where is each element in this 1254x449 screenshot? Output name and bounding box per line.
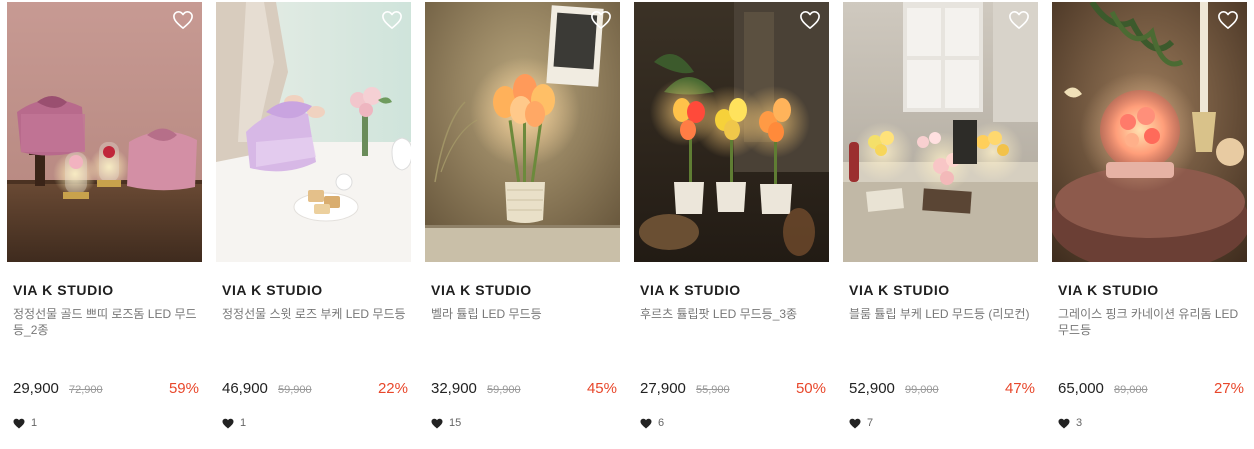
- product-name[interactable]: 후르츠 튤립팟 LED 무드등_3종: [640, 306, 825, 322]
- discount-rate: 47%: [1004, 380, 1035, 397]
- like-count: 1: [31, 417, 38, 429]
- like-count-row: 3: [1058, 416, 1082, 430]
- discount-rate: 50%: [795, 380, 826, 397]
- bella-tulip-lamp-photo: [425, 2, 620, 262]
- product-image[interactable]: [216, 2, 411, 262]
- discount-rate: 27%: [1213, 380, 1244, 397]
- product-name[interactable]: 정정선물 골드 쁘띠 로즈돔 LED 무드등_2종: [13, 306, 198, 338]
- price-row: 52,900 99,000 47%: [849, 380, 1035, 402]
- like-count: 3: [1076, 417, 1083, 429]
- price-row: 27,900 55,900 50%: [640, 380, 826, 402]
- brand-name: VIA K STUDIO: [640, 282, 741, 298]
- grace-carnation-dome-photo: [1052, 2, 1247, 262]
- product-image[interactable]: [843, 2, 1038, 262]
- discount-rate: 45%: [586, 380, 617, 397]
- price-row: 32,900 59,900 45%: [431, 380, 617, 402]
- heart-filled-icon: [13, 418, 25, 428]
- original-price: 72,900: [69, 384, 103, 396]
- heart-filled-icon: [849, 418, 861, 428]
- product-card[interactable]: VIA K STUDIO 정정선물 스윗 로즈 부케 LED 무드등 46,90…: [216, 2, 411, 442]
- like-count-row: 6: [640, 416, 664, 430]
- product-image[interactable]: [634, 2, 829, 262]
- price-row: 29,900 72,900 59%: [13, 380, 199, 402]
- sale-price: 52,900: [849, 380, 895, 397]
- like-count-row: 7: [849, 416, 873, 430]
- like-count: 6: [658, 417, 665, 429]
- heart-outline-icon[interactable]: [590, 10, 612, 30]
- rose-dome-gift-photo: [7, 2, 202, 262]
- product-name[interactable]: 블룸 튤립 부케 LED 무드등 (리모컨): [849, 306, 1034, 322]
- product-card[interactable]: VIA K STUDIO 그레이스 핑크 카네이션 유리돔 LED 무드등 65…: [1052, 2, 1247, 442]
- price-row: 65,000 89,000 27%: [1058, 380, 1244, 402]
- product-image[interactable]: [425, 2, 620, 262]
- original-price: 59,900: [278, 384, 312, 396]
- original-price: 99,000: [905, 384, 939, 396]
- product-grid: VIA K STUDIO 정정선물 골드 쁘띠 로즈돔 LED 무드등_2종 2…: [7, 2, 1247, 442]
- heart-filled-icon: [640, 418, 652, 428]
- heart-outline-icon[interactable]: [1008, 10, 1030, 30]
- discount-rate: 22%: [377, 380, 408, 397]
- fruits-tulip-pot-photo: [634, 2, 829, 262]
- product-name[interactable]: 그레이스 핑크 카네이션 유리돔 LED 무드등: [1058, 306, 1243, 338]
- sale-price: 29,900: [13, 380, 59, 397]
- sale-price: 27,900: [640, 380, 686, 397]
- heart-outline-icon[interactable]: [172, 10, 194, 30]
- like-count-row: 1: [222, 416, 246, 430]
- original-price: 59,900: [487, 384, 521, 396]
- product-image[interactable]: [1052, 2, 1247, 262]
- brand-name: VIA K STUDIO: [431, 282, 532, 298]
- sweet-rose-bouquet-photo: [216, 2, 411, 262]
- product-name[interactable]: 정정선물 스윗 로즈 부케 LED 무드등: [222, 306, 407, 322]
- original-price: 55,900: [696, 384, 730, 396]
- sale-price: 32,900: [431, 380, 477, 397]
- discount-rate: 59%: [168, 380, 199, 397]
- sale-price: 65,000: [1058, 380, 1104, 397]
- sale-price: 46,900: [222, 380, 268, 397]
- heart-filled-icon: [1058, 418, 1070, 428]
- product-card[interactable]: VIA K STUDIO 후르츠 튤립팟 LED 무드등_3종 27,900 5…: [634, 2, 829, 442]
- like-count-row: 1: [13, 416, 37, 430]
- brand-name: VIA K STUDIO: [13, 282, 114, 298]
- bloom-tulip-bouquet-photo: [843, 2, 1038, 262]
- original-price: 89,000: [1114, 384, 1148, 396]
- price-row: 46,900 59,900 22%: [222, 380, 408, 402]
- like-count: 7: [867, 417, 874, 429]
- product-card[interactable]: VIA K STUDIO 벨라 튤립 LED 무드등 32,900 59,900…: [425, 2, 620, 442]
- brand-name: VIA K STUDIO: [1058, 282, 1159, 298]
- heart-filled-icon: [222, 418, 234, 428]
- heart-outline-icon[interactable]: [1217, 10, 1239, 30]
- heart-filled-icon: [431, 418, 443, 428]
- brand-name: VIA K STUDIO: [222, 282, 323, 298]
- product-card[interactable]: VIA K STUDIO 블룸 튤립 부케 LED 무드등 (리모컨) 52,9…: [843, 2, 1038, 442]
- like-count: 1: [240, 417, 247, 429]
- product-name[interactable]: 벨라 튤립 LED 무드등: [431, 306, 616, 322]
- like-count-row: 15: [431, 416, 461, 430]
- like-count: 15: [449, 417, 462, 429]
- heart-outline-icon[interactable]: [799, 10, 821, 30]
- product-image[interactable]: [7, 2, 202, 262]
- heart-outline-icon[interactable]: [381, 10, 403, 30]
- product-card[interactable]: VIA K STUDIO 정정선물 골드 쁘띠 로즈돔 LED 무드등_2종 2…: [7, 2, 202, 442]
- brand-name: VIA K STUDIO: [849, 282, 950, 298]
